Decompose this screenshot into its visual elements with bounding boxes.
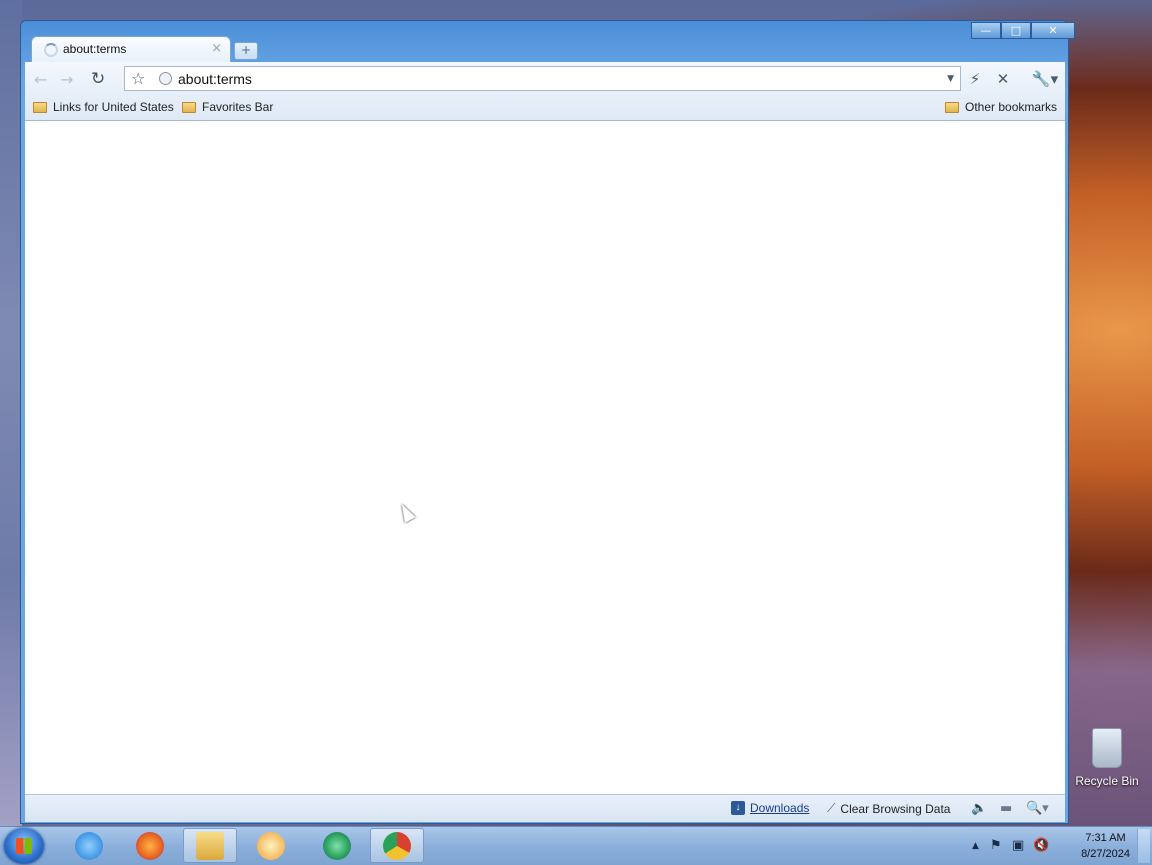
bookmarks-bar: Links for United States Favorites Bar Ot… xyxy=(25,96,1065,121)
close-window-button[interactable]: ✕ xyxy=(1031,22,1075,39)
sound-icon[interactable]: 🔈 xyxy=(971,801,987,816)
window-controls: — □ ✕ xyxy=(971,22,1075,39)
bookmark-other-bookmarks[interactable]: Other bookmarks xyxy=(945,100,1057,114)
new-tab-button[interactable]: + xyxy=(234,42,258,60)
chevron-down-icon[interactable]: ▼ xyxy=(947,74,954,84)
clock[interactable]: 7:31 AM 8/27/2024 xyxy=(1081,830,1130,862)
recycle-bin-label: Recycle Bin xyxy=(1075,774,1139,788)
tab-title: about:terms xyxy=(63,42,127,56)
firefox-icon xyxy=(136,831,164,860)
tab-close-icon[interactable]: × xyxy=(211,41,222,56)
zoom-icon[interactable]: 🔍▾ xyxy=(1026,801,1049,816)
page-content[interactable] xyxy=(25,121,1065,794)
taskbar-app-edge[interactable] xyxy=(310,828,364,863)
show-hidden-icons-icon[interactable]: ▲ xyxy=(972,841,979,851)
wrench-menu-icon[interactable]: 🔧▾ xyxy=(1027,67,1063,91)
address-bar[interactable]: ☆ about:terms ▼ xyxy=(124,66,961,91)
lightning-icon[interactable]: ⚡ xyxy=(962,67,988,91)
taskbar-app-chrome[interactable] xyxy=(370,828,424,863)
broom-icon: ⟋ xyxy=(827,801,836,815)
navigation-toolbar: ← → ↻ ☆ about:terms ▼ ⚡ ✕ 🔧▾ xyxy=(25,62,1065,96)
reload-icon[interactable]: ↻ xyxy=(91,69,105,89)
device-icon[interactable]: ▬ xyxy=(1000,801,1012,816)
browser-window: — □ ✕ about:terms × + ← → ↻ ☆ about:term… xyxy=(20,20,1075,824)
folder-icon xyxy=(33,101,47,113)
forward-arrow-icon[interactable]: → xyxy=(60,70,73,89)
bookmark-label: Favorites Bar xyxy=(202,100,274,114)
bookmark-star-icon[interactable]: ☆ xyxy=(131,69,145,88)
downloads-label: Downloads xyxy=(750,801,810,815)
action-center-flag-icon[interactable]: ⚑ xyxy=(990,838,1002,853)
file-explorer-icon xyxy=(196,831,224,860)
recycle-bin-icon xyxy=(1092,728,1122,768)
download-icon: ↓ xyxy=(731,801,745,815)
stop-icon[interactable]: ✕ xyxy=(990,67,1016,91)
windows-logo-icon xyxy=(16,838,32,854)
back-arrow-icon[interactable]: ← xyxy=(34,70,47,89)
maximize-button[interactable]: □ xyxy=(1001,22,1031,39)
network-icon[interactable]: ▣ xyxy=(1012,838,1024,853)
taskbar: ▲ ⚑ ▣ 🔇 7:31 AM 8/27/2024 xyxy=(0,826,1152,865)
recycle-bin[interactable]: Recycle Bin xyxy=(1072,728,1142,788)
taskbar-app-internet-explorer[interactable] xyxy=(62,828,116,863)
tab-about-terms[interactable]: about:terms × xyxy=(31,36,231,62)
clear-browsing-data-label: Clear Browsing Data xyxy=(840,801,951,816)
clock-date: 8/27/2024 xyxy=(1081,848,1130,860)
taskbar-app-file-explorer[interactable] xyxy=(183,828,237,863)
bookmark-label: Links for United States xyxy=(53,100,174,114)
folder-icon xyxy=(182,101,196,113)
clear-browsing-data-button[interactable]: ⟋ Clear Browsing Data xyxy=(827,801,950,816)
minimize-button[interactable]: — xyxy=(971,22,1001,39)
status-bar: ↓ Downloads ⟋ Clear Browsing Data 🔈 ▬ 🔍▾ xyxy=(25,794,1065,822)
bookmark-label: Other bookmarks xyxy=(965,100,1058,114)
url-text[interactable]: about:terms xyxy=(178,71,252,87)
loading-spinner-icon xyxy=(44,43,58,57)
taskbar-app-firefox[interactable] xyxy=(123,828,177,863)
system-tray: ▲ ⚑ ▣ 🔇 7:31 AM 8/27/2024 xyxy=(962,828,1152,864)
chrome-icon xyxy=(383,831,411,860)
bookmark-favorites-bar[interactable]: Favorites Bar xyxy=(182,100,273,114)
start-button[interactable] xyxy=(4,828,44,864)
taskbar-app-media-player[interactable] xyxy=(244,828,298,863)
page-globe-icon xyxy=(159,72,172,85)
desktop-left-strip xyxy=(0,0,22,826)
folder-icon xyxy=(945,101,959,113)
downloads-link[interactable]: ↓ Downloads xyxy=(731,801,809,815)
edge-icon xyxy=(323,831,351,860)
clock-time: 7:31 AM xyxy=(1085,832,1126,844)
bookmark-links-for-united-states[interactable]: Links for United States xyxy=(33,100,174,114)
internet-explorer-icon xyxy=(75,831,103,860)
volume-muted-icon[interactable]: 🔇 xyxy=(1033,838,1049,853)
show-desktop-button[interactable] xyxy=(1137,829,1150,863)
media-player-icon xyxy=(257,831,285,860)
